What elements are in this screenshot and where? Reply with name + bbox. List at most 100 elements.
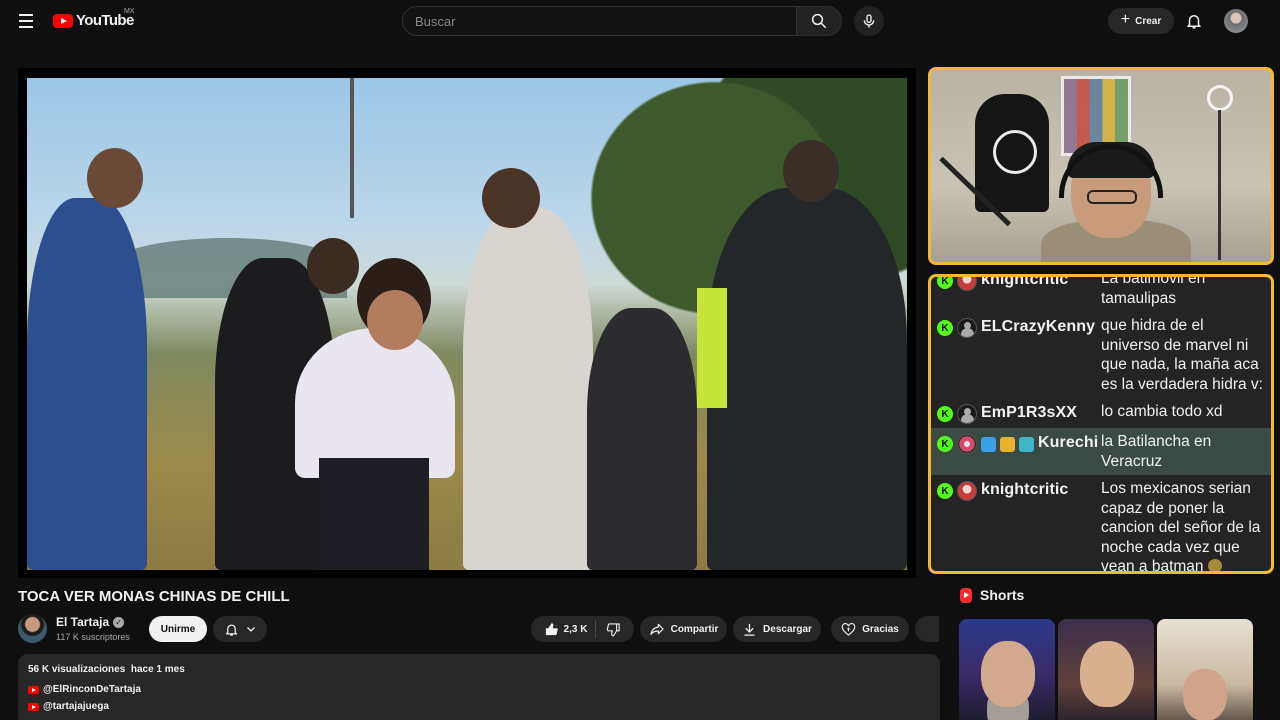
video-figure [587, 308, 697, 570]
video-frame[interactable] [27, 78, 907, 570]
thumbs-up-icon [545, 622, 558, 635]
channel-link-text: @tartajajuega [43, 701, 109, 712]
subscription-bell-button[interactable] [213, 616, 267, 642]
cam-hoodie [975, 94, 1049, 212]
notifications-button[interactable] [1182, 9, 1206, 33]
view-count: 56 K visualizaciones [28, 664, 126, 675]
user-avatar [957, 404, 977, 424]
download-button[interactable]: Descargar [733, 616, 821, 642]
description-box[interactable]: 56 K visualizaciones hace 1 mes @ElRinco… [18, 654, 940, 720]
chat-overlay: K knightcritic La batimovil en tamaulipa… [928, 274, 1274, 574]
video-title: TOCA VER MONAS CHINAS DE CHILL [18, 588, 290, 605]
ring-light-stand [1218, 110, 1221, 260]
more-actions-button[interactable] [915, 616, 939, 642]
video-figure [27, 198, 147, 570]
like-button[interactable]: 2,3 K [544, 620, 597, 638]
chat-message: K knightcritic Los mexicanos serian capa… [931, 475, 1271, 574]
kick-badge-icon: K [937, 483, 953, 499]
chat-message: K knightcritic La batimovil en tamaulipa… [931, 274, 1271, 312]
chevron-down-icon [246, 627, 255, 632]
share-label: Compartir [670, 623, 719, 635]
mic-icon [863, 14, 875, 28]
share-icon [649, 623, 664, 635]
kick-badge-icon: K [937, 406, 953, 422]
user-avatar [957, 481, 977, 501]
video-figure [295, 328, 455, 478]
video-figure [707, 188, 907, 570]
thanks-label: Gracias [862, 623, 899, 635]
menu-icon[interactable] [14, 9, 38, 33]
bell-icon [1187, 15, 1201, 29]
like-count: 2,3 K [563, 623, 588, 635]
like-dislike-group: 2,3 K [531, 616, 634, 642]
video-figure [367, 290, 423, 350]
glasses [1087, 190, 1137, 204]
chat-author: K Kurechi [937, 432, 1101, 471]
chat-username: Kurechi [1038, 434, 1099, 451]
chat-list: K knightcritic La batimovil en tamaulipa… [931, 274, 1271, 574]
shorts-icon [960, 587, 972, 603]
channel-link[interactable]: @tartajajuega [28, 701, 109, 712]
voice-search-button[interactable] [854, 6, 884, 36]
user-avatar [957, 318, 977, 338]
chat-author: K ELCrazyKenny [937, 316, 1101, 394]
channel-name[interactable]: El Tartaja [56, 615, 109, 629]
user-avatar [957, 277, 977, 291]
user-avatar [957, 434, 977, 454]
emote-icon [1207, 559, 1222, 571]
video-figure [307, 238, 359, 294]
video-player[interactable] [18, 68, 916, 578]
short-thumbnail[interactable] [1157, 619, 1253, 720]
publish-date: hace 1 mes [130, 664, 185, 675]
hammer-badge-icon [981, 437, 996, 452]
chat-username: knightcritic [981, 481, 1069, 498]
video-figure [697, 288, 727, 408]
share-button[interactable]: Compartir [640, 616, 727, 642]
create-button[interactable]: + Crear [1108, 8, 1174, 34]
thanks-button[interactable]: Gracias [831, 616, 909, 642]
chat-username: knightcritic [981, 274, 1069, 288]
youtube-icon [28, 685, 39, 694]
kick-badge-icon: K [937, 277, 953, 289]
chat-author: K knightcritic [937, 479, 1101, 571]
kick-badge-icon: K [937, 436, 953, 452]
dislike-button[interactable] [602, 622, 621, 637]
youtube-play-icon [53, 13, 73, 28]
video-figure [482, 168, 540, 228]
shorts-title: Shorts [980, 587, 1025, 603]
channel-avatar[interactable] [18, 614, 47, 643]
short-face [1080, 641, 1134, 707]
short-thumbnail[interactable] [959, 619, 1055, 720]
streamer-webcam [928, 67, 1274, 265]
chat-author: K EmP1R3sXX [937, 402, 1101, 424]
chat-text: que hidra de el universo de marvel ni qu… [1101, 317, 1263, 393]
kick-badge-icon: K [937, 320, 953, 336]
super-thanks-icon [841, 622, 856, 636]
subscriber-badge-icon [1019, 437, 1034, 452]
top-bar: YouTube MX + Crear [0, 0, 1280, 42]
ring-light [1207, 85, 1233, 111]
crown-badge-icon [1000, 437, 1015, 452]
video-scenery [350, 78, 354, 218]
chat-author: K knightcritic [937, 274, 1101, 308]
search-box [402, 6, 797, 36]
bell-icon [225, 624, 237, 636]
search-icon [811, 13, 827, 29]
search-button[interactable] [796, 6, 842, 36]
channel-name-row[interactable]: El Tartaja ✓ [56, 615, 125, 629]
shorts-heading: Shorts [960, 587, 1024, 603]
plus-icon: + [1120, 11, 1131, 28]
chat-text: La batimovil en tamaulipas [1101, 274, 1206, 307]
search-input[interactable] [403, 7, 796, 35]
account-avatar[interactable] [1224, 9, 1248, 33]
short-thumbnail[interactable] [1058, 619, 1154, 720]
chat-message: K ELCrazyKenny que hidra de el universo … [931, 312, 1271, 398]
download-label: Descargar [763, 623, 812, 635]
youtube-logo[interactable]: YouTube MX [53, 8, 135, 29]
channel-link[interactable]: @ElRinconDeTartaja [28, 684, 141, 695]
chat-text-body: Los mexicanos serian capaz de poner la c… [1101, 480, 1261, 574]
join-button[interactable]: Unirme [149, 616, 207, 642]
subscriber-count: 117 K suscriptores [56, 632, 130, 642]
chat-username: EmP1R3sXX [981, 404, 1078, 421]
create-label: Crear [1135, 15, 1162, 27]
